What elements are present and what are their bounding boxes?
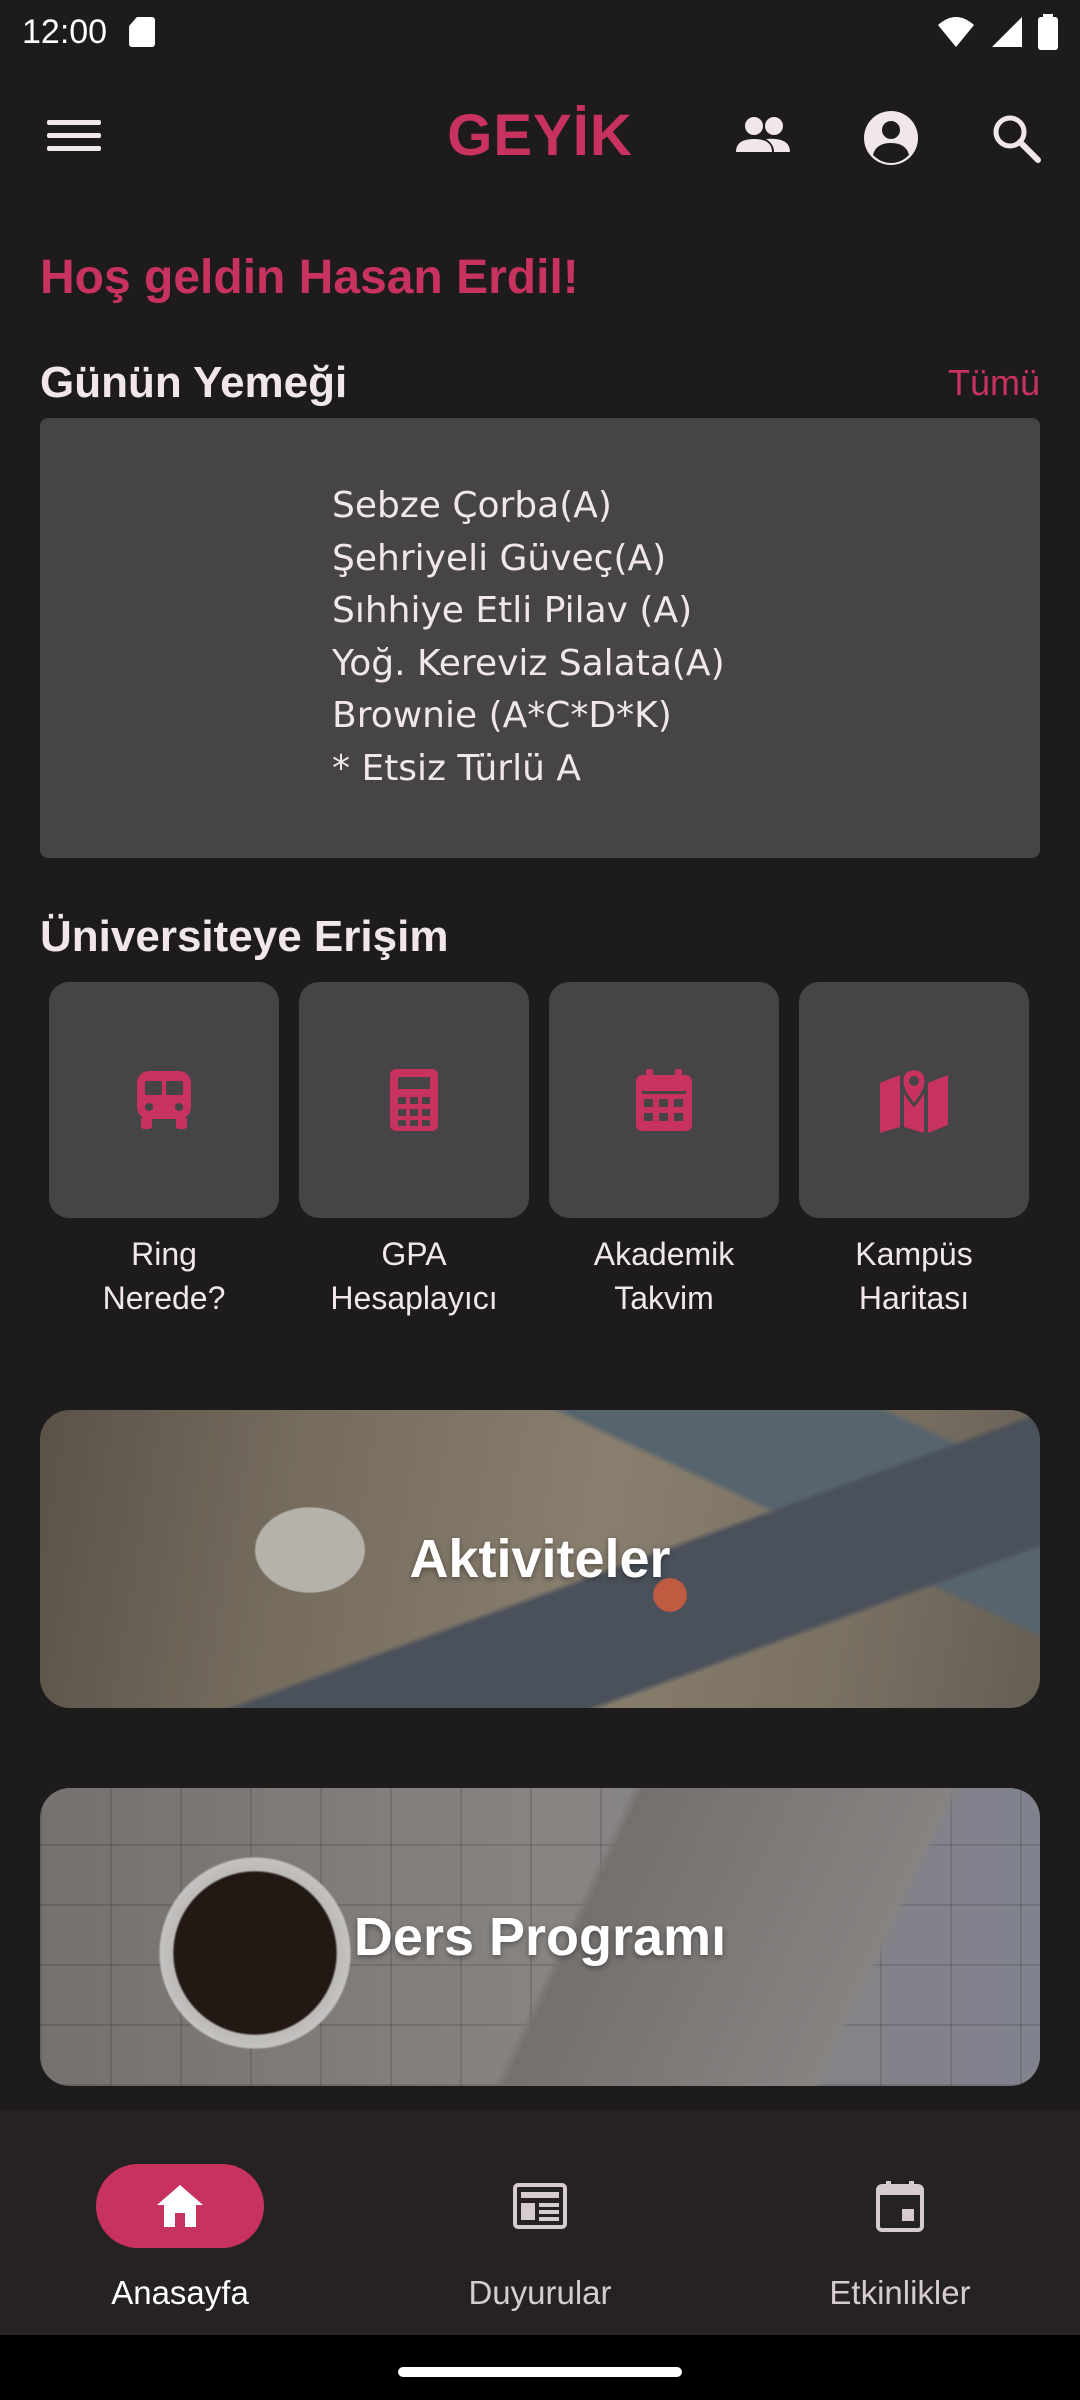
bus-icon (137, 1071, 191, 1129)
nav-label: Etkinlikler (829, 2274, 971, 2311)
meal-card[interactable]: Sebze Çorba(A) Şehriyeli Güveç(A) Sıhhiy… (40, 418, 1040, 858)
schedule-banner-title: Ders Programı (353, 1907, 727, 1967)
quick-tile (549, 982, 779, 1218)
wifi-icon (938, 17, 974, 47)
label-line: Hesaplayıcı (330, 1280, 498, 1316)
label-line: Takvim (614, 1280, 714, 1316)
quick-label: Kampüs Haritası (799, 1232, 1029, 1320)
calendar-icon (636, 1069, 692, 1131)
nav-pill (816, 2164, 984, 2248)
cellular-signal-icon (992, 17, 1022, 47)
meal-item: Sebze Çorba(A) (332, 485, 612, 526)
quick-tile (799, 982, 1029, 1218)
meal-item: Brownie (A*C*D*K) (332, 695, 672, 736)
map-icon (880, 1067, 948, 1133)
gpa-calculator-button[interactable]: GPA Hesaplayıcı (299, 982, 529, 1320)
newspaper-icon (513, 2183, 567, 2229)
people-icon[interactable] (730, 108, 796, 168)
activities-banner-title: Aktiviteler (409, 1529, 671, 1589)
event-icon (876, 2181, 924, 2232)
gesture-handle[interactable] (398, 2367, 682, 2377)
search-icon[interactable] (984, 108, 1050, 168)
label-line: Nerede? (102, 1280, 226, 1316)
quick-access-grid: Ring Nerede? GPA Hesaplayıcı Akademik Ta… (49, 982, 1031, 1322)
ring-nerede-button[interactable]: Ring Nerede? (49, 982, 279, 1320)
schedule-banner[interactable]: Ders Programı (40, 1788, 1040, 2086)
meal-item: Şehriyeli Güveç(A) (332, 537, 667, 579)
calculator-icon (390, 1069, 438, 1131)
sd-card-icon (129, 17, 156, 47)
label-line: Ring (131, 1236, 197, 1272)
status-time: 12:00 (22, 12, 108, 51)
bottom-navigation: Anasayfa Duyurular Etkinlikler (0, 2110, 1080, 2335)
nav-item-events[interactable]: Etkinlikler (720, 2110, 1080, 2335)
label-line: Kampüs (855, 1236, 973, 1272)
access-section-title: Üniversiteye Erişim (40, 912, 449, 961)
meal-item: Yoğ. Kereviz Salata(A) (332, 642, 725, 684)
quick-tile (49, 982, 279, 1218)
activities-banner[interactable]: Aktiviteler (40, 1410, 1040, 1708)
meal-list: Sebze Çorba(A) Şehriyeli Güveç(A) Sıhhiy… (332, 480, 725, 795)
quick-label: Akademik Takvim (549, 1232, 779, 1320)
nav-label: Duyurular (468, 2274, 612, 2311)
account-circle-icon[interactable] (858, 108, 924, 168)
quick-label: GPA Hesaplayıcı (299, 1232, 529, 1320)
nav-label: Anasayfa (111, 2274, 249, 2311)
home-icon (157, 2185, 203, 2227)
academic-calendar-button[interactable]: Akademik Takvim (549, 982, 779, 1320)
status-bar: 12:00 (0, 0, 1080, 64)
see-all-link[interactable]: Tümü (948, 362, 1040, 404)
label-line: GPA (381, 1236, 447, 1272)
nav-item-announcements[interactable]: Duyurular (360, 2110, 720, 2335)
greeting-text: Hoş geldin Hasan Erdil! (40, 251, 579, 304)
nav-pill (96, 2164, 264, 2248)
meal-item: * Etsiz Türlü A (332, 747, 581, 789)
label-line: Akademik (593, 1236, 735, 1272)
nav-item-home[interactable]: Anasayfa (0, 2110, 360, 2335)
battery-icon (1038, 14, 1058, 50)
status-icons (936, 14, 1058, 50)
meal-section-title: Günün Yemeği (40, 358, 348, 407)
quick-label: Ring Nerede? (49, 1232, 279, 1320)
nav-pill (456, 2164, 624, 2248)
quick-tile (299, 982, 529, 1218)
campus-map-button[interactable]: Kampüs Haritası (799, 982, 1029, 1320)
app-bar: GEYİK (0, 80, 1080, 190)
label-line: Haritası (858, 1280, 970, 1316)
meal-item: Sıhhiye Etli Pilav (A) (332, 590, 693, 631)
